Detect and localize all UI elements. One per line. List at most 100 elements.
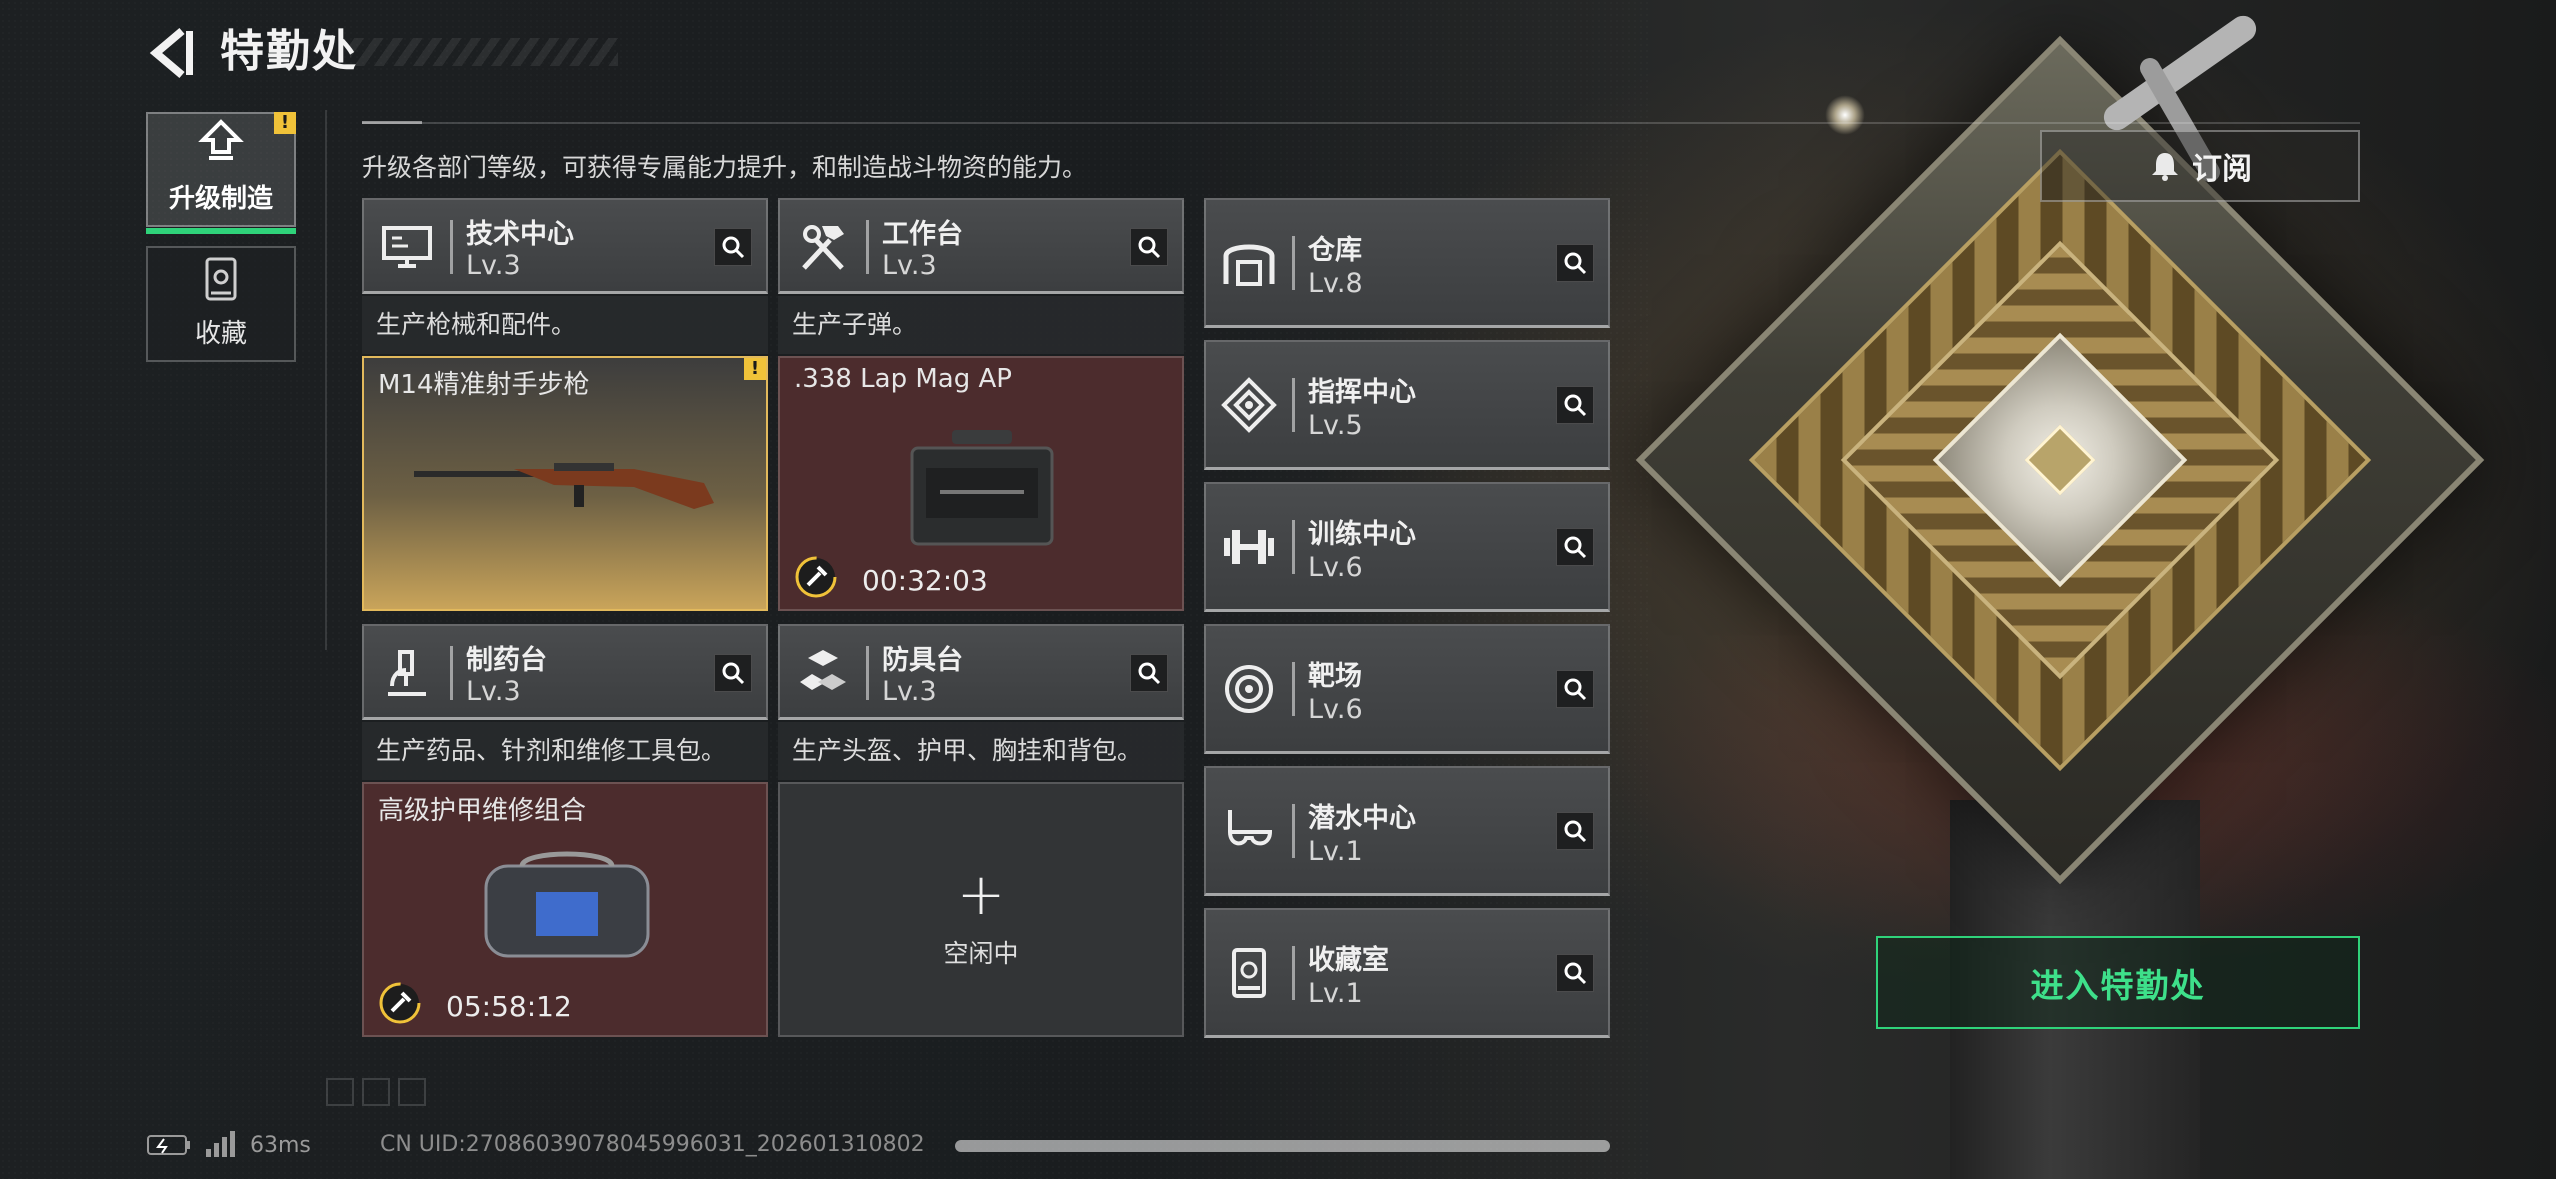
tab-collection[interactable]: 收藏: [146, 246, 296, 362]
facility-name: 仓库: [1308, 235, 1362, 266]
search-button[interactable]: [1556, 386, 1594, 424]
dept-header-pharmacy[interactable]: 制药台 Lv.3: [362, 624, 768, 720]
cubes-icon: [800, 650, 846, 690]
facility-level: Lv.1: [1308, 978, 1363, 1009]
sidebar-divider: [325, 110, 327, 650]
dept-name: 制药台: [466, 645, 547, 676]
battery-icon: [147, 1135, 190, 1155]
facility-diving-center[interactable]: 潜水中心 Lv.1: [1204, 766, 1610, 896]
search-icon: [1138, 236, 1161, 259]
page-subtitle: 升级各部门等级，可获得专属能力提升，和制造战斗物资的能力。: [362, 153, 1088, 182]
dept-header-tech-center[interactable]: 技术中心 Lv.3: [362, 198, 768, 294]
tab-label: 收藏: [194, 319, 247, 349]
search-icon: [1564, 962, 1587, 985]
computer-icon: [382, 226, 432, 268]
dept-description: 生产头盔、护甲、胸挂和背包。: [778, 722, 1184, 780]
item-name: M14精准射手步枪: [378, 370, 590, 400]
crafting-slot-producing[interactable]: 高级护甲维修组合 05:58:12: [362, 782, 768, 1037]
dept-level: Lv.3: [882, 676, 937, 707]
signal-icon: [206, 1131, 235, 1157]
subscribe-label: 订阅: [2192, 152, 2252, 187]
dumbbell-icon: [1224, 530, 1274, 564]
search-button[interactable]: [1130, 228, 1168, 266]
page-title: 特勤处: [220, 26, 358, 77]
facility-name: 靶场: [1308, 661, 1362, 692]
ammo-box-image: [910, 430, 1054, 546]
dept-level: Lv.3: [466, 676, 521, 707]
dept-description: 生产子弹。: [778, 296, 1184, 354]
dept-name: 技术中心: [466, 219, 574, 250]
facility-collection-room[interactable]: 收藏室 Lv.1: [1204, 908, 1610, 1038]
target-icon: [1225, 665, 1273, 713]
back-arrow-icon: [149, 27, 193, 79]
facility-level: Lv.5: [1308, 410, 1363, 441]
home-indicator[interactable]: [955, 1140, 1610, 1152]
search-button[interactable]: [1556, 670, 1594, 708]
facility-command-center[interactable]: 指挥中心 Lv.5: [1204, 340, 1610, 470]
idle-label: 空闲中: [943, 939, 1019, 968]
item-name: .338 Lap Mag AP: [794, 364, 1012, 394]
dept-description: 生产药品、针剂和维修工具包。: [362, 722, 768, 780]
warehouse-icon: [1223, 244, 1275, 286]
dept-name: 工作台: [882, 219, 963, 250]
command-center-icon: [1221, 377, 1277, 433]
dept-header-armor-bench[interactable]: 防具台 Lv.3: [778, 624, 1184, 720]
tab-label: 升级制造: [168, 184, 273, 214]
alert-badge: !: [274, 112, 296, 134]
facility-training-center[interactable]: 训练中心 Lv.6: [1204, 482, 1610, 612]
search-icon: [1564, 536, 1587, 559]
search-button[interactable]: [714, 228, 752, 266]
facility-level: Lv.6: [1308, 694, 1363, 725]
facility-shooting-range[interactable]: 靶场 Lv.6: [1204, 624, 1610, 754]
decorative-marks: [326, 1078, 436, 1108]
crafting-slot-ready[interactable]: M14精准射手步枪 !: [362, 356, 768, 611]
spotlight: [1825, 95, 1865, 135]
wrench-timer-icon: [795, 556, 837, 598]
back-button[interactable]: [146, 25, 196, 81]
collection-icon: [1232, 948, 1266, 998]
header-divider: [362, 121, 2360, 124]
facility-level: Lv.6: [1308, 552, 1363, 583]
user-uid: CN UID:270860390780459960​31_20260131080…: [380, 1132, 925, 1157]
subscribe-button[interactable]: 订阅: [2040, 130, 2360, 202]
search-icon: [722, 662, 745, 685]
repair-kit-bag-image: [484, 851, 650, 958]
microscope-icon: [388, 650, 426, 696]
facility-name: 指挥中心: [1308, 377, 1416, 408]
collection-icon: [205, 257, 237, 301]
facility-name: 训练中心: [1308, 519, 1416, 550]
facility-warehouse[interactable]: 仓库 Lv.8: [1204, 198, 1610, 328]
dept-header-workbench[interactable]: 工作台 Lv.3: [778, 198, 1184, 294]
search-icon: [722, 236, 745, 259]
rifle-image: [414, 463, 714, 509]
dept-description: 生产枪械和配件。: [362, 296, 768, 354]
status-bar: 63ms: [146, 1128, 311, 1162]
wrench-timer-icon: [379, 982, 421, 1024]
title-decoration: [350, 38, 618, 66]
search-button[interactable]: [1556, 812, 1594, 850]
enter-special-ops-button[interactable]: 进入特勤处: [1876, 936, 2360, 1029]
item-timer: 00:32:03: [862, 564, 988, 597]
upgrade-craft-icon: [198, 119, 244, 160]
diving-mask-icon: [1227, 810, 1273, 846]
item-name: 高级护甲维修组合: [378, 796, 587, 826]
search-button[interactable]: [714, 654, 752, 692]
search-icon: [1564, 820, 1587, 843]
tab-upgrade-craft[interactable]: 升级制造 !: [146, 112, 296, 234]
search-icon: [1564, 252, 1587, 275]
search-button[interactable]: [1556, 244, 1594, 282]
dept-name: 防具台: [882, 645, 963, 676]
search-button[interactable]: [1556, 954, 1594, 992]
search-button[interactable]: [1556, 528, 1594, 566]
facility-level: Lv.1: [1308, 836, 1363, 867]
dept-level: Lv.3: [466, 250, 521, 281]
facility-name: 潜水中心: [1308, 803, 1416, 834]
item-timer: 05:58:12: [446, 990, 572, 1023]
ping-value: 63ms: [250, 1132, 311, 1158]
alert-badge: !: [744, 358, 766, 380]
search-button[interactable]: [1130, 654, 1168, 692]
bell-icon: [2152, 153, 2178, 181]
crafting-slot-idle[interactable]: + 空闲中: [778, 782, 1184, 1037]
crafting-slot-producing[interactable]: .338 Lap Mag AP 00:32:03: [778, 356, 1184, 611]
hammer-wrench-icon: [802, 225, 844, 270]
